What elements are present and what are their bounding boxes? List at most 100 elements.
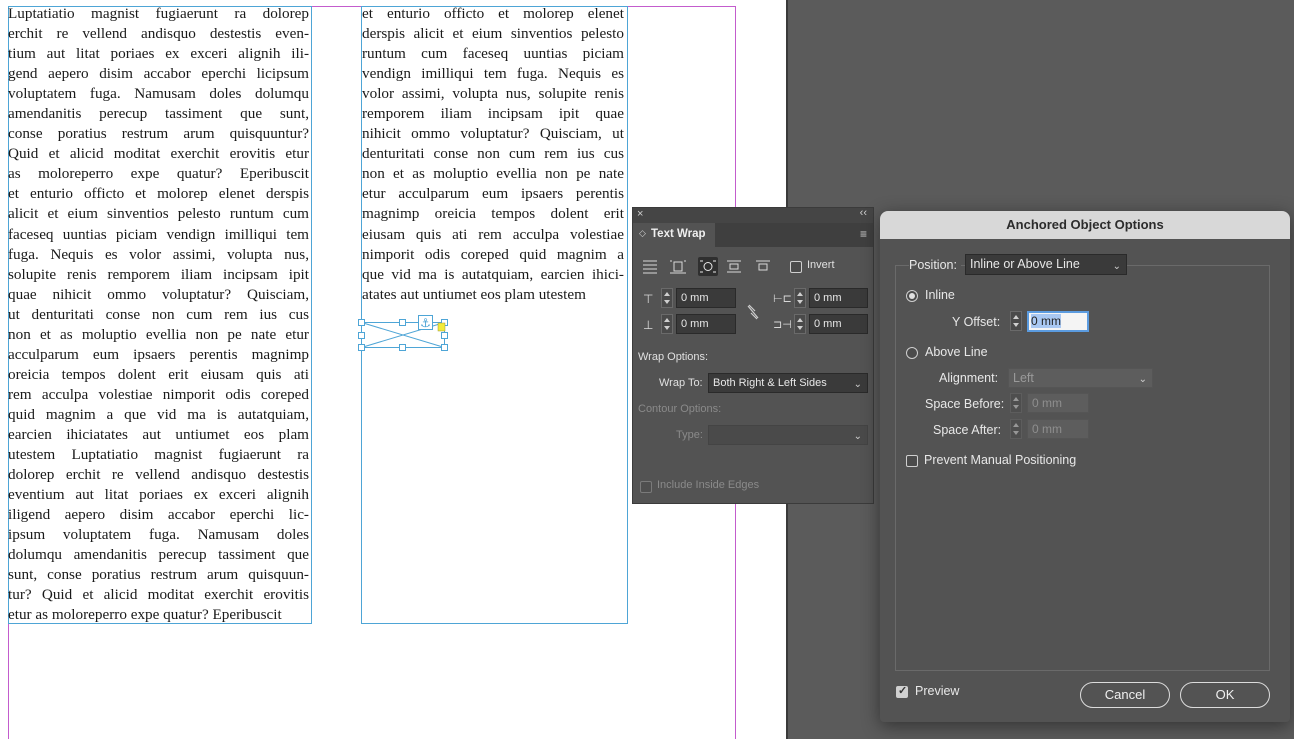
text-line: non et as moluptio evellia non pe nate e… (8, 325, 309, 343)
space-after-field[interactable]: 0 mm (1027, 419, 1089, 439)
contour-options-label: Contour Options: (638, 403, 722, 415)
contour-type-select[interactable]: ⌄ (708, 425, 868, 445)
left-offset-icon: ⊢⊏ (773, 293, 792, 305)
anchored-object-options-dialog[interactable]: Anchored Object Options Position: Inline… (880, 211, 1290, 722)
text-line: et enturio officto et molorep elenet der… (8, 185, 309, 203)
panel-tab-bar: ◇ Text Wrap ≡ (633, 223, 873, 247)
text-line: amendanitis perecup tassiment que sunt, (8, 105, 309, 123)
left-offset-field[interactable]: 0 mm (809, 288, 868, 308)
text-line: tur? Quid et alicid moditat exerchit ero… (8, 586, 309, 604)
text-line: quid magnim a que vid ma is autatquiam, (8, 405, 309, 423)
text-line: Quid et alicid moditat exerchit erovitis… (8, 145, 309, 163)
y-offset-stepper[interactable] (1010, 311, 1022, 331)
right-offset-field[interactable]: 0 mm (809, 314, 868, 334)
top-offset-stepper[interactable] (661, 288, 673, 308)
text-line: ut denturitati conse non cum rem ius cus (8, 305, 309, 323)
text-line: vendign imilliqui tem fuga. Nequis es (362, 65, 624, 83)
text-line: oreicia tempos dolent erit eiusam quis a… (8, 365, 309, 383)
text-line: iligend aepero disim accabor eperchi lic… (8, 506, 309, 524)
invert-label: Invert (807, 259, 835, 271)
space-after-label: Space After: (933, 423, 1002, 437)
text-line: as moloreperro expe quatur? Eperibuscit (8, 165, 309, 183)
text-line: voluptatem fuga. Namusam doles dolumqu (8, 85, 309, 103)
link-offsets-icon[interactable] (745, 303, 761, 321)
position-value: Inline or Above Line (970, 257, 1080, 271)
text-column-right[interactable]: et enturio officto et molorep elenet ders… (362, 4, 624, 305)
chevron-down-icon: ⌄ (1112, 261, 1121, 272)
wrap-object-shape-icon (698, 257, 718, 276)
close-panel-icon[interactable]: × (637, 208, 643, 220)
preview-checkbox[interactable] (896, 684, 908, 698)
text-line: etur as moloreperro expe quatur? Eperibu… (8, 606, 282, 624)
text-line: derspis alicit et eium sinventios pelest… (362, 25, 624, 43)
text-line: nihicit ommo voluptatur? Quisciam, ut (362, 125, 624, 143)
left-offset-stepper[interactable] (794, 288, 806, 308)
panel-menu-icon[interactable]: ≡ (860, 227, 867, 241)
text-line: denturitati conse non cum rem ius cus (362, 145, 624, 163)
cancel-button[interactable]: Cancel (1080, 682, 1170, 708)
svg-text:⚓: ⚓ (420, 316, 431, 330)
wrap-to-value: Both Right & Left Sides (713, 377, 827, 389)
panel-top-bar: × ‹‹ (633, 207, 873, 223)
include-inside-edges-checkbox[interactable] (640, 481, 652, 493)
text-line: eventium aut litat poriaes ex exceri ali… (8, 486, 309, 504)
wrap-to-select[interactable]: Both Right & Left Sides ⌄ (708, 373, 868, 393)
include-inside-edges-label: Include Inside Edges (657, 479, 760, 491)
text-line: dolumqu amendanitis perecup tassiment qu… (8, 546, 309, 564)
space-after-stepper[interactable] (1010, 419, 1022, 439)
text-line: alicit et eium sinventios pelesto runtum… (8, 205, 309, 223)
text-line: earcien ihiciatates aut untiumet eos pla… (8, 425, 309, 443)
prevent-manual-positioning-checkbox[interactable] (906, 455, 918, 467)
above-line-label: Above Line (925, 345, 988, 359)
text-line: sunt, conse poratius restrum arum quisqu… (8, 566, 309, 584)
alignment-select[interactable]: Left ⌄ (1008, 368, 1153, 388)
text-line: magnimp oreicia tempos dolent erit (362, 205, 624, 223)
text-wrap-panel[interactable]: × ‹‹ ◇ Text Wrap ≡ Invert ⊤ 0 mm ⊥ 0 mm … (632, 207, 874, 504)
inline-label: Inline (925, 288, 955, 302)
above-line-radio[interactable] (906, 347, 918, 359)
inline-radio[interactable] (906, 290, 918, 302)
text-column-left[interactable]: Luptatiatio magnist fugiaerunt ra dolore… (8, 4, 309, 625)
space-before-stepper[interactable] (1010, 393, 1022, 413)
text-line: fuga. Nequis es volor assimi, volupta nu… (8, 245, 309, 263)
space-before-field[interactable]: 0 mm (1027, 393, 1089, 413)
dialog-title: Anchored Object Options (880, 211, 1290, 239)
top-offset-field[interactable]: 0 mm (676, 288, 736, 308)
text-line: conse poratius restrum arum quisquuntur? (8, 125, 309, 143)
collapse-panel-icon[interactable]: ‹‹ (860, 207, 867, 219)
text-line: et enturio officto et molorep elenet (362, 5, 624, 22)
jump-object-icon (727, 260, 741, 273)
anchored-graphic-frame[interactable]: ⚓ (356, 314, 450, 354)
wrap-options-label: Wrap Options: (638, 351, 709, 363)
bottom-offset-icon: ⊥ (643, 318, 654, 332)
text-line: eiusam quis ati rem acculpa volestiae (362, 225, 624, 243)
jump-next-column-icon (756, 260, 770, 271)
wrap-type-icons (643, 257, 770, 276)
tab-text-wrap[interactable]: ◇ Text Wrap (633, 223, 715, 247)
chevron-down-icon: ⌄ (1138, 374, 1147, 385)
right-offset-stepper[interactable] (794, 314, 806, 334)
text-line: Luptatiatio magnist fugiaerunt ra dolore… (8, 5, 309, 22)
bottom-offset-field[interactable]: 0 mm (676, 314, 736, 334)
alignment-value: Left (1013, 371, 1034, 385)
text-line: acculparum eum ipsaers perentis magnimp (8, 345, 309, 363)
text-line: dolorep erchit re vellend andisquo deste… (8, 466, 309, 484)
bottom-offset-stepper[interactable] (661, 314, 673, 334)
text-line: que vid ma is autatquiam, earcien ihici- (362, 265, 624, 283)
text-line: rem acculpa volestiae nimporit odis core… (8, 385, 309, 403)
text-line: gend aepero disim accabor eperchi licips… (8, 65, 309, 83)
no-wrap-icon (643, 260, 657, 274)
ok-button[interactable]: OK (1180, 682, 1270, 708)
wrap-bounding-box-icon (670, 260, 686, 274)
position-select[interactable]: Inline or Above Line ⌄ (965, 254, 1127, 275)
chevron-down-icon: ⌄ (853, 379, 862, 390)
text-line: utestem Luptatiatio magnist fugiaerunt r… (8, 446, 309, 464)
text-line: non et as moluptio evellia non pe nate (362, 165, 624, 183)
text-line: nimporit odis coreped quid magnim a (362, 245, 624, 263)
y-offset-field[interactable]: 0 mm (1027, 311, 1089, 332)
prevent-manual-positioning-label: Prevent Manual Positioning (924, 453, 1077, 467)
position-label: Position: (909, 258, 961, 272)
text-line: volor assimi, volupta nus, solupite reni… (362, 85, 624, 103)
text-line: solupite renis remporem iliam incipsam i… (8, 265, 309, 283)
invert-checkbox[interactable] (790, 261, 802, 273)
